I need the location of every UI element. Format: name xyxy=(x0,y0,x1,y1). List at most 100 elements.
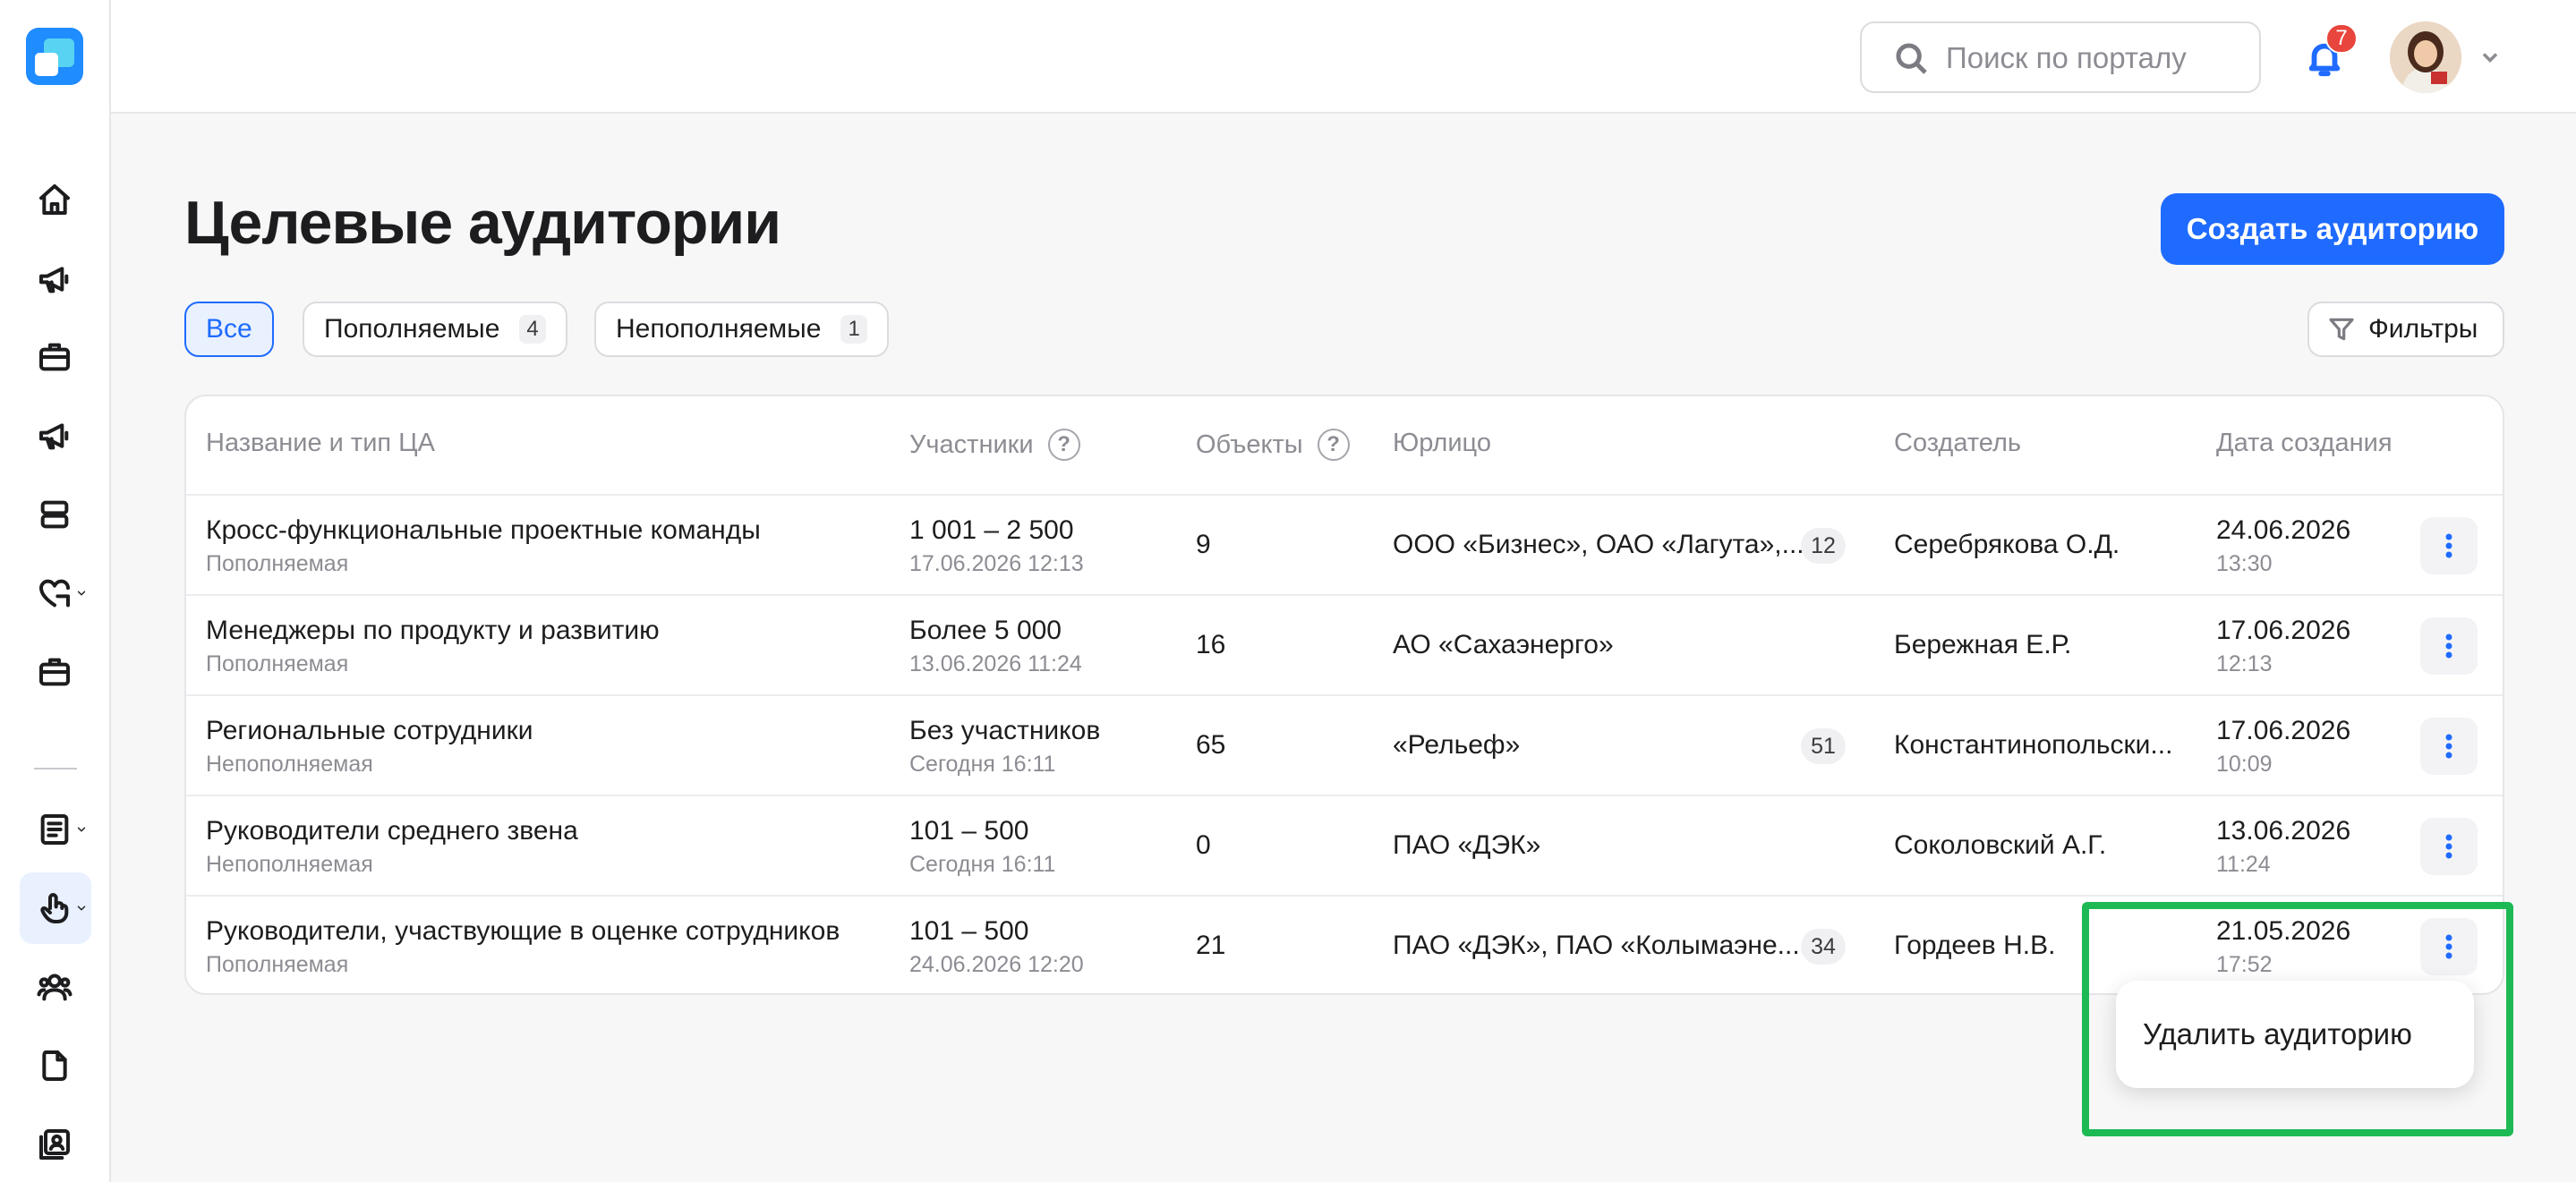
objects-count: 16 xyxy=(1196,630,1226,659)
more-options-button[interactable] xyxy=(2420,617,2478,675)
filter-icon xyxy=(2329,318,2354,341)
audience-type: Пополняемая xyxy=(206,651,349,676)
more-options-button[interactable] xyxy=(2420,517,2478,574)
column-header-created[interactable]: Дата создания xyxy=(2216,429,2393,458)
audience-name[interactable]: Кросс-функциональные проектные команды xyxy=(206,515,761,546)
audience-name[interactable]: Менеджеры по продукту и развитию xyxy=(206,616,660,646)
participants-count: Более 5 000 xyxy=(909,616,1062,645)
tab-label: Пополняемые xyxy=(324,314,500,344)
created-date: 17.06.2026 xyxy=(2216,716,2351,745)
participants-count: 101 – 500 xyxy=(909,916,1029,946)
objects-count: 21 xyxy=(1196,931,1226,960)
tab-non-replenishable[interactable]: Непополняемые 1 xyxy=(594,302,889,357)
tab-count: 4 xyxy=(519,315,546,344)
care-icon[interactable] xyxy=(36,574,86,612)
tab-all[interactable]: Все xyxy=(184,302,274,357)
participants-date: Сегодня 16:11 xyxy=(909,752,1056,777)
creator: Бережная Е.Р. xyxy=(1894,630,2072,659)
hand-pointer-icon[interactable] xyxy=(36,889,86,927)
filters-button[interactable]: Фильтры xyxy=(2307,302,2504,357)
column-header-name[interactable]: Название и тип ЦА xyxy=(206,429,435,458)
entity-count-badge[interactable]: 12 xyxy=(1801,528,1846,564)
chevron-down-icon[interactable] xyxy=(2478,45,2503,70)
created-date: 13.06.2026 xyxy=(2216,816,2351,846)
users-icon[interactable] xyxy=(36,968,73,1006)
tab-label: Все xyxy=(206,314,252,344)
participants-date: Сегодня 16:11 xyxy=(909,852,1056,877)
objects-count: 9 xyxy=(1196,530,1211,559)
more-options-button[interactable] xyxy=(2420,718,2478,775)
sidebar xyxy=(0,0,111,1182)
table-row[interactable]: Руководители среднего звена Непополняема… xyxy=(186,795,2503,895)
created-time: 12:13 xyxy=(2216,651,2273,676)
search-icon xyxy=(1894,41,1930,77)
search-input[interactable] xyxy=(1946,36,2241,81)
entity: ООО «Бизнес», ОАО «Лагута»,... xyxy=(1393,530,1804,559)
objects-count: 0 xyxy=(1196,830,1211,860)
help-icon[interactable]: ? xyxy=(1047,429,1080,461)
column-header-entity[interactable]: Юрлицо xyxy=(1393,429,1491,458)
audience-name[interactable]: Руководители среднего звена xyxy=(206,816,578,846)
server-icon[interactable] xyxy=(36,496,73,533)
participants-date: 24.06.2026 12:20 xyxy=(909,952,1084,977)
create-audience-button[interactable]: Создать аудиторию xyxy=(2161,193,2504,265)
entity: АО «Сахаэнерго» xyxy=(1393,630,1614,659)
table-row[interactable]: Менеджеры по продукту и развитию Пополня… xyxy=(186,594,2503,694)
created-date: 24.06.2026 xyxy=(2216,515,2351,545)
entity: ПАО «ДЭК», ПАО «Колымаэне... xyxy=(1393,931,1800,960)
created-time: 13:30 xyxy=(2216,551,2273,576)
toolbox-icon[interactable] xyxy=(36,653,73,691)
entity: «Рельеф» xyxy=(1393,730,1521,760)
file-icon[interactable] xyxy=(36,1047,73,1084)
column-header-participants[interactable]: Участники? xyxy=(909,429,1080,461)
entity-count-badge[interactable]: 34 xyxy=(1801,929,1846,965)
sidebar-divider xyxy=(34,768,77,770)
more-options-button[interactable] xyxy=(2420,818,2478,875)
tab-label: Непополняемые xyxy=(616,314,822,344)
more-vertical-icon xyxy=(2445,634,2452,659)
table-row[interactable]: Кросс-функциональные проектные команды П… xyxy=(186,494,2503,594)
megaphone-icon[interactable] xyxy=(36,260,73,298)
avatar[interactable] xyxy=(2390,21,2461,93)
notification-badge: 7 xyxy=(2325,23,2358,54)
app-logo[interactable] xyxy=(26,28,83,85)
campaign-icon[interactable] xyxy=(36,417,73,455)
audience-type: Непополняемая xyxy=(206,852,373,877)
more-vertical-icon xyxy=(2445,734,2452,759)
table-row[interactable]: Региональные сотрудники Непополняемая Бе… xyxy=(186,694,2503,795)
search-box[interactable] xyxy=(1860,21,2261,93)
creator: Серебрякова О.Д. xyxy=(1894,530,2120,559)
column-header-creator[interactable]: Создатель xyxy=(1894,429,2021,458)
more-vertical-icon xyxy=(2445,834,2452,859)
audience-name[interactable]: Региональные сотрудники xyxy=(206,716,533,746)
document-list-icon[interactable] xyxy=(36,811,86,848)
audience-type: Непополняемая xyxy=(206,752,373,777)
created-time: 11:24 xyxy=(2216,852,2271,877)
filters-label: Фильтры xyxy=(2368,314,2478,344)
participants-date: 13.06.2026 11:24 xyxy=(909,651,1082,676)
created-time: 10:09 xyxy=(2216,752,2273,777)
participants-date: 17.06.2026 12:13 xyxy=(909,551,1084,576)
entity-count-badge[interactable]: 51 xyxy=(1801,728,1846,764)
created-date: 17.06.2026 xyxy=(2216,616,2351,645)
page-title: Целевые аудитории xyxy=(184,189,781,257)
objects-count: 65 xyxy=(1196,730,1226,760)
briefcase-icon[interactable] xyxy=(36,338,73,376)
tab-count: 1 xyxy=(840,315,867,344)
delete-audience-menu-item[interactable]: Удалить аудиторию xyxy=(2116,981,2474,1088)
participants-count: 101 – 500 xyxy=(909,816,1029,846)
audience-type: Пополняемая xyxy=(206,952,349,977)
audience-type: Пополняемая xyxy=(206,551,349,576)
creator: Константинопольски... xyxy=(1894,730,2173,760)
more-vertical-icon xyxy=(2445,533,2452,558)
column-header-objects[interactable]: Объекты? xyxy=(1196,429,1350,461)
participants-count: 1 001 – 2 500 xyxy=(909,515,1074,545)
audience-name[interactable]: Руководители, участвующие в оценке сотру… xyxy=(206,916,840,947)
help-icon[interactable]: ? xyxy=(1317,429,1350,461)
creator: Соколовский А.Г. xyxy=(1894,830,2107,860)
contacts-icon[interactable] xyxy=(36,1126,73,1163)
entity: ПАО «ДЭК» xyxy=(1393,830,1541,860)
creator: Гордеев Н.В. xyxy=(1894,931,2056,960)
home-icon[interactable] xyxy=(36,181,73,218)
tab-replenishable[interactable]: Пополняемые 4 xyxy=(303,302,567,357)
